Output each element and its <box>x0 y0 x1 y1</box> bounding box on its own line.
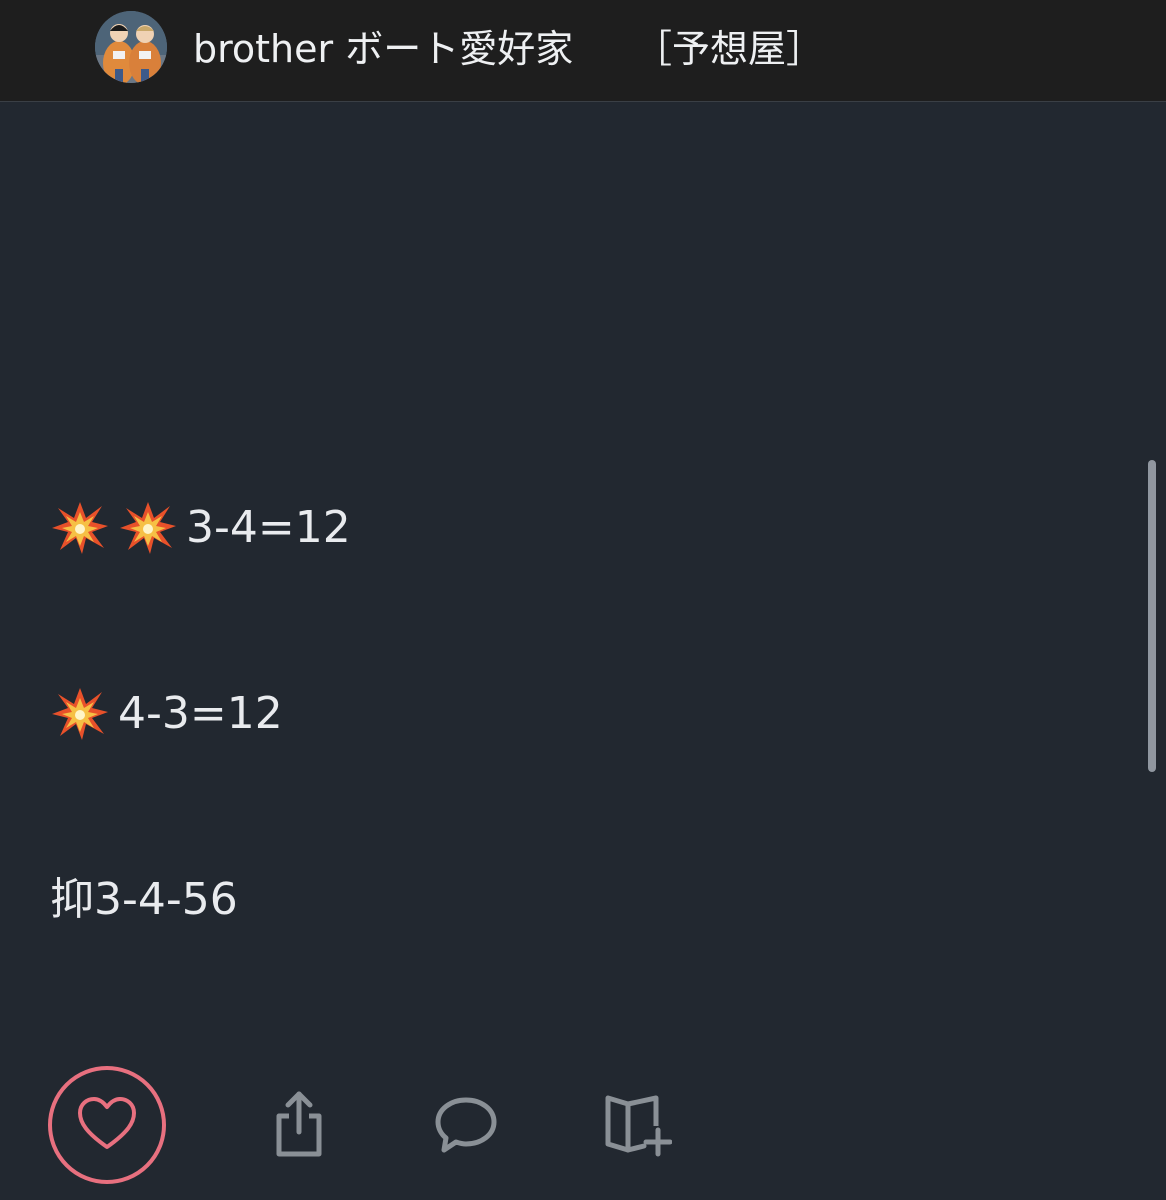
post-line: 3-4=12 <box>50 500 351 556</box>
post-line-text: 抑3-4-56 <box>50 874 238 925</box>
speech-bubble-icon <box>435 1097 497 1153</box>
collision-emoji-icon <box>50 500 110 556</box>
post-page: brother ボート愛好家 ［予想屋］ 3-4=12 4-3=12 抑3-4-… <box>0 0 1166 1200</box>
author-avatar[interactable] <box>95 11 167 83</box>
post-line-text: 3-4=12 <box>186 502 351 553</box>
comment-button[interactable] <box>430 1088 502 1160</box>
scrollbar[interactable] <box>1148 460 1156 772</box>
collision-emoji-icon <box>50 686 110 742</box>
author-header: brother ボート愛好家 ［予想屋］ <box>0 0 1166 102</box>
save-to-magazine-button[interactable] <box>600 1088 673 1160</box>
share-icon <box>276 1091 322 1157</box>
astronauts-avatar-icon <box>95 11 167 83</box>
share-button[interactable] <box>263 1088 335 1160</box>
author-name[interactable]: brother ボート愛好家 <box>193 24 573 74</box>
post-line: 4-3=12 <box>50 686 283 742</box>
author-role-tag: ［予想屋］ <box>634 27 825 71</box>
post-line: 抑3-4-56 <box>50 872 238 928</box>
action-bar <box>0 1060 1166 1200</box>
collision-emoji-icon <box>118 500 178 556</box>
book-add-icon <box>605 1095 673 1157</box>
like-button[interactable] <box>48 1066 166 1184</box>
post-line-text: 4-3=12 <box>118 688 283 739</box>
heart-icon <box>78 1097 136 1149</box>
